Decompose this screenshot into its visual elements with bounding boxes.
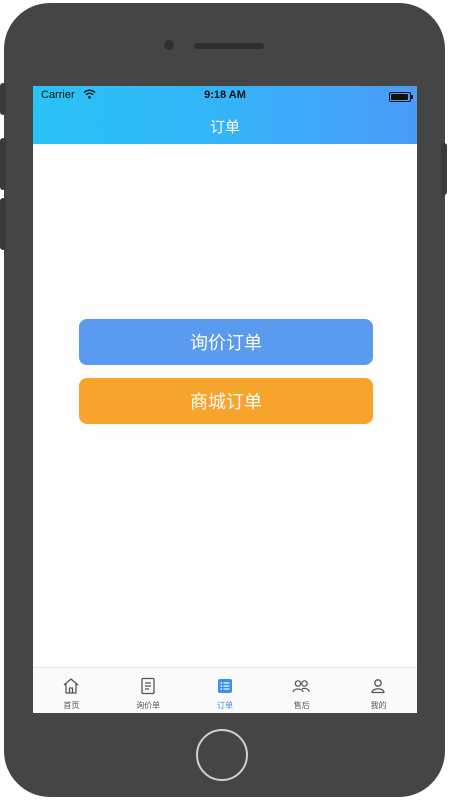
volume-up-button — [0, 138, 6, 190]
mute-switch — [0, 83, 6, 115]
volume-down-button — [0, 198, 6, 250]
list-icon — [217, 679, 232, 693]
status-time: 9:18 AM — [204, 89, 246, 101]
power-button — [441, 143, 447, 195]
home-button — [196, 729, 248, 781]
tab-home-label: 首页 — [63, 701, 80, 710]
home-icon — [63, 678, 79, 694]
tab-inquiry[interactable]: 询价单 — [110, 668, 187, 713]
tab-after-sales[interactable]: 售后 — [263, 668, 340, 713]
tab-profile-label: 我的 — [370, 701, 387, 710]
nav-header: Carrier 9:18 AM 订单 — [33, 86, 417, 144]
tab-inquiry-label: 询价单 — [136, 701, 161, 710]
tab-profile[interactable]: 我的 — [340, 668, 417, 713]
tab-bar: 首页 询价单 订单 售后 我的 — [33, 667, 417, 713]
people-icon — [292, 680, 311, 693]
tab-home[interactable]: 首页 — [33, 668, 110, 713]
status-bar: Carrier 9:18 AM — [33, 86, 417, 106]
inquiry-orders-button[interactable]: 询价订单 — [79, 319, 373, 365]
document-icon — [141, 677, 155, 695]
tab-orders-label: 订单 — [216, 701, 233, 710]
tab-after-sales-label: 售后 — [293, 701, 310, 710]
user-icon — [371, 679, 385, 694]
speaker-grille — [194, 43, 264, 49]
app-screen: Carrier 9:18 AM 订单 询价订单 商城订单 首页 询价单 订单 售… — [33, 86, 417, 713]
battery-icon — [389, 92, 413, 102]
front-camera — [164, 40, 174, 50]
mall-orders-button[interactable]: 商城订单 — [79, 378, 373, 424]
tab-orders[interactable]: 订单 — [187, 668, 264, 713]
page-title: 订单 — [209, 118, 240, 136]
